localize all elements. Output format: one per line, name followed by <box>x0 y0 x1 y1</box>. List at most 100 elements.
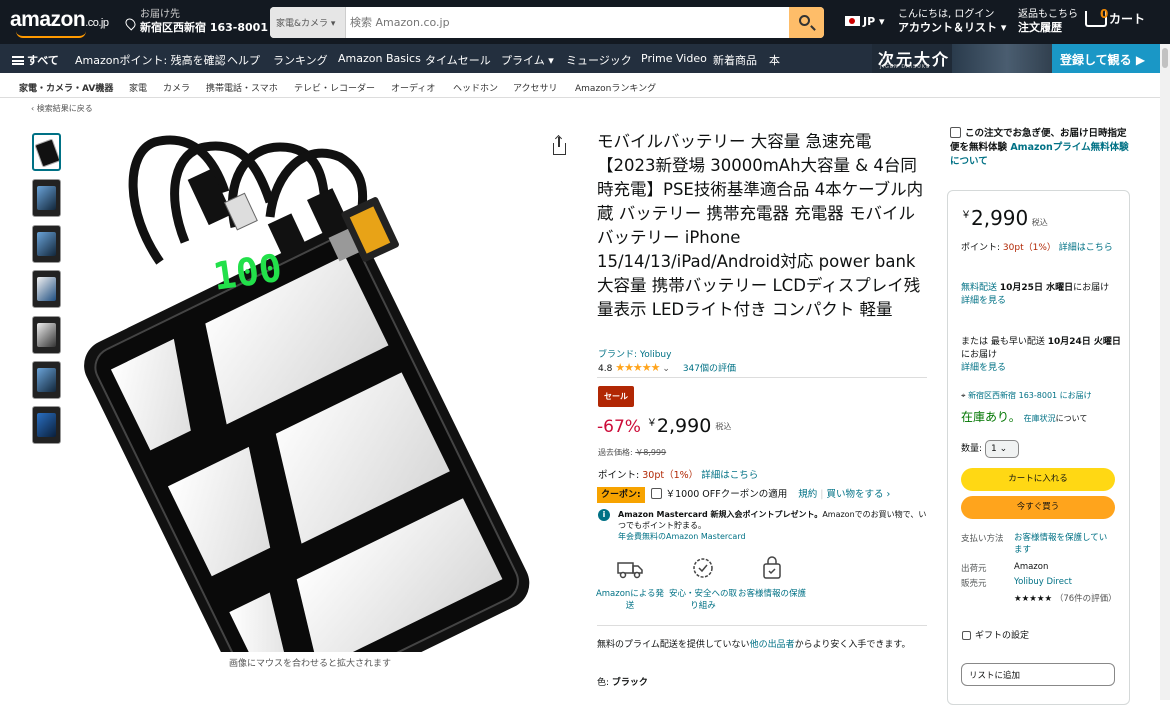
subnav-item-audio[interactable]: オーディオ <box>391 81 435 94</box>
other-sellers-note: 無料のプライム配送を提供していない他の出品者からより安く入手できます。 <box>597 640 911 650</box>
thumbnail-2[interactable] <box>32 179 61 217</box>
stock-status: 在庫あり。 在庫状況について <box>961 410 1088 424</box>
price-block: -67% ￥2,990 税込 <box>597 415 732 437</box>
prime-trial-checkbox[interactable] <box>950 127 961 138</box>
buy-now-button[interactable]: 今すぐ買う <box>961 496 1115 519</box>
scrollbar-thumb[interactable] <box>1162 48 1168 68</box>
quantity-dropdown[interactable]: 1 ⌄ <box>985 440 1020 458</box>
cart-button[interactable]: 0 カート <box>1085 7 1145 27</box>
gift-checkbox[interactable] <box>962 631 971 640</box>
nav-item-music[interactable]: ミュージック <box>566 52 632 68</box>
location-pin-icon: ⌖ <box>961 391 966 400</box>
main-product-image[interactable]: 100 <box>65 132 590 652</box>
category-subnav: 家電・カメラ・AV機器 家電 カメラ 携帯電話・スマホ テレビ・レコーダー オー… <box>0 73 1170 98</box>
coupon-row: クーポン: ￥1000 OFFクーポンの適用 規約 | 買い物をする › <box>597 486 937 503</box>
coupon-checkbox[interactable] <box>650 488 662 499</box>
thumbnail-6[interactable] <box>32 361 61 399</box>
brand-link[interactable]: ブランド: Yolibuy <box>598 347 671 360</box>
payment-security-link[interactable]: お客様情報を保護しています <box>1014 532 1114 556</box>
search-icon <box>799 15 810 26</box>
mastercard-promo: i Amazon Mastercard 新規入会ポイントプレゼント。Amazon… <box>598 509 928 542</box>
nav-item-help[interactable]: ヘルプ <box>227 52 260 68</box>
amazon-logo[interactable]: amazon.co.jp <box>10 8 109 38</box>
promo-banner[interactable]: 次元大介 JIGEN DAISUKE 登録して観る ▶ <box>872 44 1162 73</box>
info-icon: i <box>598 509 610 521</box>
language-selector[interactable]: JP ▾ <box>845 15 885 28</box>
feature-safety[interactable]: 安心・安全への取り組み <box>668 556 738 612</box>
coupon-terms-link[interactable]: 規約 <box>798 489 817 500</box>
stock-info-link[interactable]: 在庫状況 <box>1024 414 1056 423</box>
nav-item-new[interactable]: 新着商品 <box>713 52 757 68</box>
star-rating-icon[interactable]: ★★★★★ <box>615 361 660 374</box>
reviews-link[interactable]: 347個の評価 <box>683 364 736 374</box>
account-menu[interactable]: こんにちは, ログイン アカウント＆リスト ▾ <box>898 8 1006 34</box>
thumbnail-7[interactable] <box>32 406 61 444</box>
japan-flag-icon <box>845 16 860 26</box>
fast-delivery-details-link[interactable]: 詳細を見る <box>961 363 1006 373</box>
cart-count: 0 <box>1100 7 1109 21</box>
nav-item-books[interactable]: 本 <box>769 52 780 68</box>
delivery-details-link[interactable]: 詳細を見る <box>961 296 1006 306</box>
nav-bar: すべて Amazonポイント: 残高を確認 ヘルプ ランキング Amazon B… <box>0 44 1170 73</box>
rating-row: 4.8 ★★★★★ ⌄ 347個の評価 <box>598 361 736 374</box>
other-sellers-link[interactable]: 他の出品者 <box>750 640 795 650</box>
nav-item-basics[interactable]: Amazon Basics <box>338 52 421 65</box>
thumbnail-1[interactable] <box>32 133 61 171</box>
search-category-select[interactable]: 家電&カメラ ▾ <box>270 7 346 38</box>
nav-item-ranking[interactable]: ランキング <box>273 52 328 68</box>
search-bar: 家電&カメラ ▾ <box>270 7 824 38</box>
free-delivery-link[interactable]: 無料配送 <box>961 283 997 293</box>
page-scrollbar[interactable] <box>1160 44 1170 700</box>
badge-check-icon <box>693 558 713 578</box>
product-title: モバイルバッテリー 大容量 急速充電【2023新登場 30000mAh大容量 &… <box>597 132 924 319</box>
all-menu-button[interactable]: すべて <box>12 52 59 68</box>
nav-item-primevideo[interactable]: Prime Video <box>641 52 707 65</box>
deliver-to[interactable]: お届け先 新宿区西新宿 163-8001 <box>123 8 268 34</box>
divider <box>597 377 927 378</box>
search-button[interactable] <box>789 7 824 38</box>
promo-cta-button[interactable]: 登録して観る ▶ <box>1052 44 1162 73</box>
seller-link[interactable]: Yolibuy Direct <box>1014 577 1072 587</box>
nav-item-timesale[interactable]: タイムセール <box>425 52 491 68</box>
fastest-delivery-info: または 最も早い配送 10月24日 火曜日にお届け 詳細を見る <box>961 337 1121 373</box>
subnav-item-phones[interactable]: 携帯電話・スマホ <box>206 81 278 94</box>
list-price: 過去価格: ￥8,999 <box>598 448 667 457</box>
orders-link[interactable]: 返品もこちら 注文履歴 <box>1018 8 1078 34</box>
subnav-item-appliances[interactable]: 家電 <box>129 81 147 94</box>
prime-trial-offer: この注文でお急ぎ便、お届け日時指定便を無料体験 Amazonプライム無料体験につ… <box>950 127 1129 167</box>
hamburger-icon <box>12 56 24 65</box>
feature-amazon-shipping[interactable]: Amazonによる発送 <box>595 556 665 612</box>
nav-item-points[interactable]: Amazonポイント: 残高を確認 <box>75 52 226 68</box>
divider <box>597 625 927 626</box>
thumbnail-4[interactable] <box>32 270 61 308</box>
quantity-selector: 数量: 1 ⌄ <box>961 440 1020 458</box>
image-caption: 画像にマウスを合わせると拡大されます <box>229 659 392 669</box>
buybox-points-link[interactable]: 詳細はこちら <box>1059 243 1113 253</box>
add-to-list-button[interactable]: リストに追加 <box>961 663 1115 686</box>
subnav-item-camera[interactable]: カメラ <box>163 81 190 94</box>
nav-item-prime[interactable]: プライム ▾ <box>501 52 554 68</box>
feature-privacy[interactable]: お客様情報の保護 <box>737 556 807 600</box>
add-to-cart-button[interactable]: カートに入れる <box>961 468 1115 491</box>
subnav-item-accessories[interactable]: アクセサリ <box>513 81 558 94</box>
gift-option[interactable]: ギフトの設定 <box>962 628 1029 641</box>
thumbnail-3[interactable] <box>32 225 61 263</box>
thumbnail-5[interactable] <box>32 316 61 354</box>
free-delivery-info: 無料配送 10月25日 水曜日にお届け 詳細を見る <box>961 283 1110 306</box>
promo-art <box>952 44 1062 73</box>
mastercard-link[interactable]: 年会費無料のAmazon Mastercard <box>618 532 746 541</box>
price: 2,990 <box>656 415 712 437</box>
delivery-location[interactable]: ⌖ 新宿区西新宿 163-8001 にお届け <box>961 389 1121 402</box>
points-details-link[interactable]: 詳細はこちら <box>701 470 758 481</box>
subnav-item-headphones[interactable]: ヘッドホン <box>453 81 498 94</box>
back-to-results-link[interactable]: ‹ 検索結果に戻る <box>31 103 93 114</box>
buybox-points: ポイント: 30pt（1%） 詳細はこちら <box>961 243 1113 253</box>
coupon-shop-link[interactable]: 買い物をする › <box>827 489 891 500</box>
subnav-item-electronics[interactable]: 家電・カメラ・AV機器 <box>19 81 113 94</box>
discount-percent: -67% <box>597 417 641 437</box>
share-icon[interactable] <box>553 137 566 155</box>
search-input[interactable] <box>350 7 780 38</box>
buybox-price: ￥2,990 税込 <box>961 206 1048 230</box>
subnav-item-ranking[interactable]: Amazonランキング <box>575 81 656 94</box>
subnav-item-tv[interactable]: テレビ・レコーダー <box>294 81 375 94</box>
